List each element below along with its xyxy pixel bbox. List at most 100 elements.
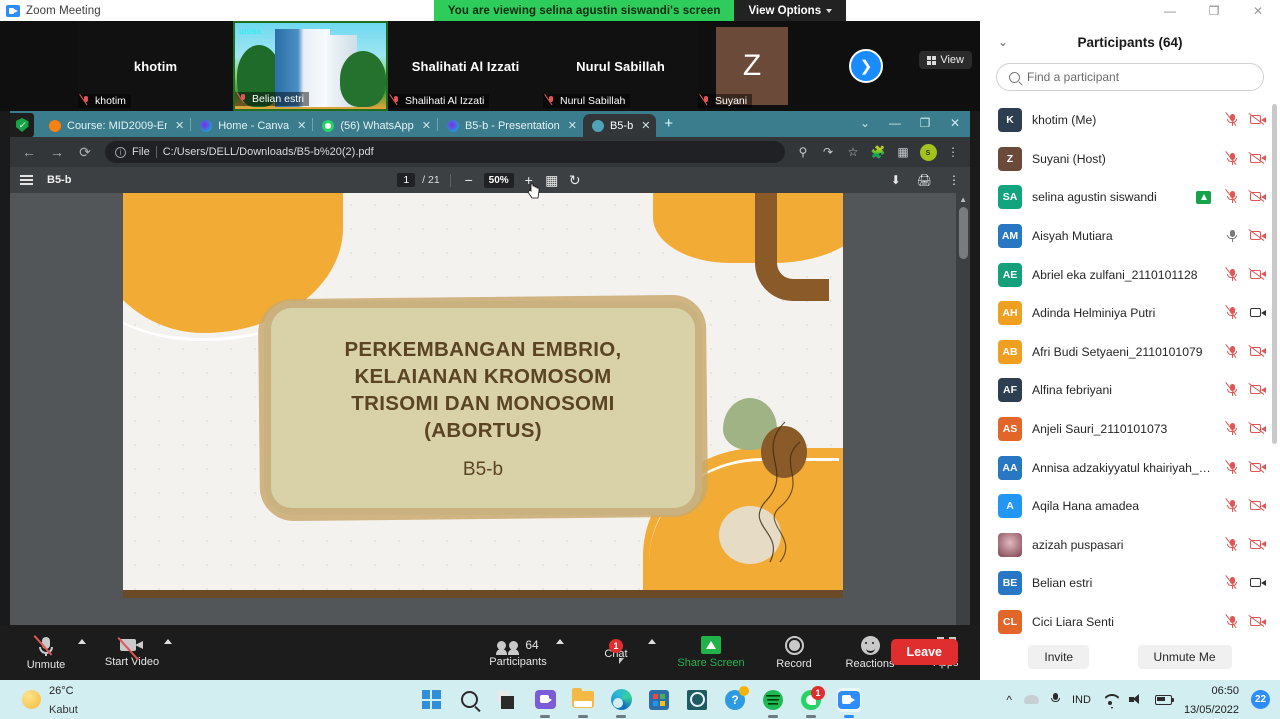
browser-minimize-button[interactable]: — (880, 111, 910, 135)
chat-chevron-icon[interactable] (648, 639, 656, 644)
new-tab-button[interactable]: + (656, 115, 681, 134)
browser-close-button[interactable]: ✕ (940, 111, 970, 135)
video-tile-suyani[interactable]: Z Suyani (698, 21, 806, 111)
zoom-magnifier-icon[interactable]: ⚲ (792, 141, 814, 163)
search-icon[interactable] (457, 688, 481, 712)
zoom-icon[interactable] (837, 687, 861, 718)
pdf-scrollbar[interactable]: ▲ (956, 193, 970, 625)
camera-on-icon[interactable] (1250, 577, 1266, 589)
chat-button[interactable]: 1 Chat (582, 625, 656, 680)
pdf-scroll-thumb[interactable] (959, 207, 968, 259)
invite-button[interactable]: Invite (1028, 645, 1090, 669)
tray-expand-chevron-icon[interactable]: ^ (1006, 693, 1012, 707)
camera-off-icon[interactable] (1248, 229, 1266, 242)
participant-row[interactable]: CL Cici Liara Senti (980, 603, 1280, 634)
close-button[interactable]: ✕ (1236, 0, 1280, 21)
camera-off-icon[interactable] (1248, 460, 1266, 474)
taskbar-clock[interactable]: 06:50 13/05/2022 (1184, 681, 1239, 718)
language-indicator[interactable]: IND (1072, 694, 1091, 706)
camera-on-icon[interactable] (1250, 307, 1266, 319)
participant-row[interactable]: Z Suyani (Host) (980, 140, 1280, 179)
mic-muted-icon[interactable] (1224, 112, 1240, 127)
audio-options-chevron-icon[interactable] (78, 639, 86, 644)
start-video-button[interactable]: Start Video (98, 625, 172, 680)
unmute-button[interactable]: Unmute (12, 625, 86, 680)
pdf-rotate-icon[interactable]: ↻ (567, 172, 583, 189)
page-info-icon[interactable]: i (115, 146, 126, 158)
view-layout-button[interactable]: View (919, 51, 972, 69)
unmute-me-button[interactable]: Unmute Me (1137, 645, 1232, 669)
camera-off-icon[interactable] (1248, 499, 1266, 512)
participants-chevron-icon[interactable] (556, 639, 564, 644)
volume-icon[interactable] (1128, 694, 1143, 705)
participant-row[interactable]: AB Afri Budi Setyaeni_2110101079 (980, 333, 1280, 372)
tab-close-icon[interactable]: ✕ (568, 119, 577, 132)
camera-off-icon[interactable] (1248, 383, 1266, 396)
participant-row[interactable]: AM Aisyah Mutiara (980, 217, 1280, 256)
video-tile-belian-estri[interactable]: unisa Belian estri (233, 21, 388, 111)
camera-off-icon[interactable] (1248, 190, 1266, 203)
start-icon[interactable] (419, 688, 443, 712)
ring-app-icon[interactable] (685, 688, 709, 712)
side-panel-icon[interactable]: ▦ (892, 141, 914, 163)
next-page-arrow-icon[interactable]: ❯ (849, 49, 883, 83)
leave-button[interactable]: Leave (890, 639, 958, 665)
camera-off-icon[interactable] (1248, 537, 1266, 551)
participant-row[interactable]: BE Belian estri (980, 564, 1280, 603)
camera-off-icon[interactable] (1248, 267, 1266, 281)
mic-muted-icon[interactable] (1224, 305, 1240, 320)
pdf-fit-page-icon[interactable]: ▦ (544, 172, 560, 189)
wifi-icon[interactable] (1103, 694, 1117, 705)
browser-tab-whatsapp[interactable]: (56) WhatsApp ✕ (313, 114, 437, 137)
camera-off-icon[interactable] (1248, 151, 1266, 165)
notification-badge[interactable]: 22 (1251, 690, 1270, 709)
share-screen-button[interactable]: Share Screen (668, 625, 754, 680)
browser-tab-canva-home[interactable]: Home - Canva ✕ (191, 114, 312, 137)
tab-search-chevron-icon[interactable]: ⌄ (850, 111, 880, 135)
search-input[interactable]: Find a participant (996, 63, 1264, 91)
participant-row[interactable]: AH Adinda Helminiya Putri (980, 294, 1280, 333)
taskbar-weather-widget[interactable]: 26°C Kabut (0, 681, 170, 718)
participant-row[interactable]: AS Anjeli Sauri_2110101073 (980, 410, 1280, 449)
video-tile-nurul-sabillah[interactable]: Nurul Sabillah Nurul Sabillah (543, 21, 698, 111)
participant-row[interactable]: AA Annisa adzakiyyatul khairiyah_2... (980, 448, 1280, 487)
extensions-puzzle-icon[interactable]: 🧩 (867, 141, 889, 163)
participant-row[interactable]: AE Abriel eka zulfani_2110101128 (980, 255, 1280, 294)
tab-close-icon[interactable]: ✕ (641, 119, 650, 132)
browser-tab-presentation[interactable]: B5-b - Presentation ✕ (438, 114, 583, 137)
participant-row[interactable]: Kkhotim (Me) (980, 101, 1280, 140)
reload-button[interactable]: ⟳ (72, 139, 98, 165)
tab-close-icon[interactable]: ✕ (175, 119, 184, 132)
minimize-button[interactable]: — (1148, 0, 1192, 21)
help-icon[interactable]: ? (723, 685, 749, 712)
participants-scroll-thumb[interactable] (1272, 104, 1277, 444)
browser-tab-b5b-pdf[interactable]: B5-b ✕ (582, 114, 657, 137)
participants-button[interactable]: 64 Participants (478, 625, 564, 680)
whatsapp-icon[interactable]: 1 (799, 685, 825, 718)
back-button[interactable]: ← (16, 139, 42, 165)
mic-muted-icon[interactable] (1224, 536, 1240, 552)
onedrive-cloud-icon[interactable] (1023, 695, 1039, 704)
video-tile-shalihati-al-izzati[interactable]: Shalihati Al Izzati Shalihati Al Izzati (388, 21, 543, 111)
mic-muted-icon[interactable] (1224, 266, 1240, 282)
forward-button[interactable]: → (44, 139, 70, 165)
chrome-menu-icon[interactable]: ⋮ (942, 141, 964, 163)
record-button[interactable]: Record (760, 625, 828, 680)
mic-muted-icon[interactable] (1224, 575, 1240, 590)
panel-collapse-chevron-icon[interactable]: ⌄ (998, 35, 1008, 49)
participant-row[interactable]: SA selina agustin siswandi (980, 178, 1280, 217)
pdf-zoom-out-button[interactable]: − (461, 172, 477, 188)
browser-tab-moodle[interactable]: Course: MID2009-Embriol ✕ (40, 114, 190, 137)
pdf-viewport[interactable]: PERKEMBANGAN EMBRIO, KELAIANAN KROMOSOM … (10, 193, 970, 625)
participant-row[interactable]: AF Alfina febriyani (980, 371, 1280, 410)
participant-list[interactable]: Kkhotim (Me) Z Suyani (Host) SA selina agust… (980, 101, 1280, 634)
microsoft-store-icon[interactable] (647, 688, 671, 712)
tab-close-icon[interactable]: ✕ (297, 119, 306, 132)
mic-muted-icon[interactable] (1224, 382, 1240, 397)
maximize-button[interactable]: ❐ (1192, 0, 1236, 21)
mic-muted-icon[interactable] (1224, 150, 1240, 166)
video-options-chevron-icon[interactable] (164, 639, 172, 644)
video-tile-khotim[interactable]: khotim khotim (78, 21, 233, 111)
address-bar[interactable]: i File C:/Users/DELL/Downloads/B5-b%20(2… (105, 141, 785, 163)
profile-avatar[interactable]: s (917, 141, 939, 163)
